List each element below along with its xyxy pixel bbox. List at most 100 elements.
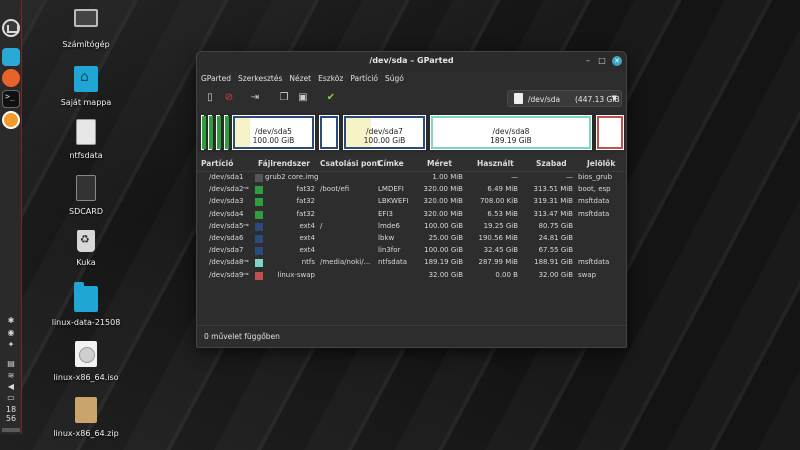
cell-flags: msftdata bbox=[578, 197, 610, 206]
graph-partition-name: /dev/sda5 bbox=[255, 127, 292, 136]
desktop-icon-iso[interactable]: linux-x86_64.iso bbox=[46, 341, 126, 382]
menu-partition[interactable]: Partíció bbox=[350, 71, 382, 87]
menu-view[interactable]: Nézet bbox=[289, 71, 315, 87]
app-launcher[interactable] bbox=[2, 111, 20, 129]
menu-bar: GParted Szerkesztés Nézet Eszköz Partíci… bbox=[197, 71, 626, 87]
device-selector[interactable]: /dev/sda (447.13 GiB ▼ bbox=[507, 90, 622, 107]
battery-icon[interactable]: ▭ bbox=[5, 393, 17, 402]
cell-label: lmde6 bbox=[378, 221, 400, 230]
cell-filesystem: ext4 bbox=[299, 233, 315, 242]
cell-flags: boot, esp bbox=[578, 185, 611, 194]
maximize-icon[interactable]: □ bbox=[597, 56, 607, 66]
clock-hour[interactable]: 18 bbox=[0, 405, 22, 414]
menu-device[interactable]: Eszköz bbox=[318, 71, 347, 87]
column-size[interactable]: Méret bbox=[427, 159, 452, 168]
disc-image-icon bbox=[75, 341, 97, 367]
cell-filesystem: fat32 bbox=[296, 185, 315, 194]
delete-icon[interactable]: ⊘ bbox=[222, 91, 236, 105]
table-row[interactable]: /dev/sda4 fat32 EFI3 320.00 MiB 6.53 MiB 313.… bbox=[197, 209, 626, 221]
shield-icon[interactable]: ◉ bbox=[5, 328, 17, 337]
desktop-icon-home[interactable]: Saját mappa bbox=[46, 66, 126, 107]
paste-icon[interactable]: ▣ bbox=[296, 91, 310, 105]
column-mountpoint[interactable]: Csatolási pont bbox=[320, 159, 381, 168]
cell-filesystem: ntfs bbox=[301, 258, 315, 267]
table-row[interactable]: /dev/sda3 fat32 LBKWEFI 320.00 MiB 708.00 Ki… bbox=[197, 196, 626, 208]
column-free[interactable]: Szabad bbox=[536, 159, 567, 168]
desktop-icon-label: Számítógép bbox=[62, 40, 110, 49]
menu-help[interactable]: Súgó bbox=[385, 71, 408, 87]
cell-free: — bbox=[566, 173, 573, 181]
pending-operations-status: 0 művelet függőben bbox=[204, 332, 280, 341]
column-partition[interactable]: Partíció bbox=[201, 159, 233, 168]
menu-edit[interactable]: Szerkesztés bbox=[238, 71, 286, 87]
graph-partition-small[interactable] bbox=[222, 113, 230, 152]
desktop-icon-zip[interactable]: linux-x86_64.zip bbox=[46, 397, 126, 438]
graph-partition-small[interactable] bbox=[206, 113, 214, 152]
close-icon[interactable]: ✕ bbox=[612, 56, 622, 66]
cell-used: 32.45 GiB bbox=[483, 246, 518, 255]
table-row[interactable]: /dev/sda9 ⊸ linux-swap 32.00 GiB 0.00 B 32.00… bbox=[197, 270, 626, 282]
terminal-launcher[interactable] bbox=[2, 90, 20, 108]
desktop-icon-sdcard[interactable]: SDCARD bbox=[46, 175, 126, 216]
cell-used: 6.49 MiB bbox=[487, 185, 518, 194]
graph-partition-name: /dev/sda8 bbox=[492, 127, 530, 136]
graph-partition-small[interactable] bbox=[199, 113, 206, 152]
table-row[interactable]: /dev/sda5 ⊸ ext4 / lmde6 100.00 GiB 19.25 GiB 8… bbox=[197, 220, 626, 233]
cell-size: 100.00 GiB bbox=[424, 246, 463, 255]
files-launcher[interactable] bbox=[2, 48, 20, 66]
column-flags[interactable]: Jelölők bbox=[587, 159, 615, 168]
copy-icon[interactable]: ❐ bbox=[277, 91, 291, 105]
cell-mountpoint: / bbox=[320, 221, 323, 230]
graph-partition-sda9[interactable] bbox=[594, 113, 626, 152]
new-partition-icon[interactable]: ▯ bbox=[203, 91, 217, 105]
cell-flags: msftdata bbox=[578, 258, 610, 267]
key-icon: ⊸ bbox=[243, 220, 249, 229]
cell-label: EFI3 bbox=[378, 209, 393, 218]
table-row[interactable]: /dev/sda1 grub2 core.img 1.00 MiB — — bios_gr… bbox=[197, 172, 626, 184]
table-row[interactable]: /dev/sda8 ⊸ ntfs/media/noki/... ntfsdata 189… bbox=[197, 257, 626, 269]
table-row[interactable]: /dev/sda7 ext4 lin3for 100.00 GiB 32.45 GiB 6… bbox=[197, 245, 626, 257]
firefox-launcher[interactable] bbox=[2, 69, 20, 87]
column-filesystem[interactable]: Fájlrendszer bbox=[258, 159, 310, 168]
desktop-icon-trash[interactable]: Kuka bbox=[46, 230, 126, 267]
filesystem-color-swatch bbox=[255, 174, 263, 182]
volume-icon[interactable]: ◀ bbox=[5, 382, 17, 391]
graph-partition-size: 100.00 GiB bbox=[252, 136, 295, 145]
graph-partition-small[interactable] bbox=[214, 113, 222, 152]
resize-move-icon[interactable]: ⇥ bbox=[248, 91, 262, 105]
cell-used: 6.53 MiB bbox=[487, 209, 518, 218]
bluetooth-icon[interactable]: ✱ bbox=[5, 316, 17, 325]
desktop-icon-label: linux-data-21508 bbox=[51, 318, 121, 327]
clock-minute[interactable]: 56 bbox=[0, 414, 22, 423]
table-row[interactable]: /dev/sda6 ext4 lbkw 25.00 GiB 190.56 MiB 24.8… bbox=[197, 233, 626, 245]
filesystem-color-swatch bbox=[255, 222, 263, 231]
settings-icon[interactable]: ✦ bbox=[5, 340, 17, 349]
menu-button[interactable] bbox=[2, 19, 20, 37]
graph-partition-sda6[interactable] bbox=[317, 113, 341, 152]
desktop-icon-label: linux-x86_64.zip bbox=[53, 429, 119, 438]
column-label[interactable]: Címke bbox=[378, 159, 404, 168]
menu-gparted[interactable]: GParted bbox=[201, 71, 235, 87]
graph-partition-sda5[interactable]: /dev/sda5 100.00 GiB bbox=[230, 113, 317, 152]
show-desktop-button[interactable] bbox=[2, 428, 20, 432]
disk-graph[interactable]: /dev/sda5 100.00 GiB /dev/sda7 100.00 GiB … bbox=[199, 113, 626, 152]
cell-partition: /dev/sda9 bbox=[209, 270, 244, 279]
title-bar[interactable]: /dev/sda – GParted – □ ✕ bbox=[197, 52, 626, 71]
wifi-icon[interactable]: ≋ bbox=[5, 371, 17, 380]
desktop-icon-computer[interactable]: Számítógép bbox=[46, 9, 126, 49]
desktop-icon-ntfsdata[interactable]: ntfsdata bbox=[46, 119, 126, 160]
cell-filesystem: ext4 bbox=[299, 221, 315, 230]
desktop-icon-linux-data[interactable]: linux-data-21508 bbox=[46, 282, 126, 327]
filesystem-color-swatch bbox=[255, 198, 263, 207]
graph-partition-sda8[interactable]: /dev/sda8 189.19 GiB bbox=[428, 113, 594, 152]
table-row[interactable]: /dev/sda2 ⊸ fat32/boot/efi LMDEFI 320.00 MiB… bbox=[197, 184, 626, 196]
minimize-icon[interactable]: – bbox=[583, 56, 593, 66]
apply-icon[interactable]: ✔ bbox=[324, 91, 338, 105]
graph-partition-sda7[interactable]: /dev/sda7 100.00 GiB bbox=[341, 113, 428, 152]
clipboard-icon[interactable]: ▤ bbox=[5, 359, 17, 368]
drive-icon bbox=[76, 119, 96, 145]
cell-size: 100.00 GiB bbox=[424, 221, 463, 230]
column-used[interactable]: Használt bbox=[477, 159, 514, 168]
graph-partition-size: 100.00 GiB bbox=[363, 136, 406, 145]
folder-icon bbox=[74, 282, 98, 312]
